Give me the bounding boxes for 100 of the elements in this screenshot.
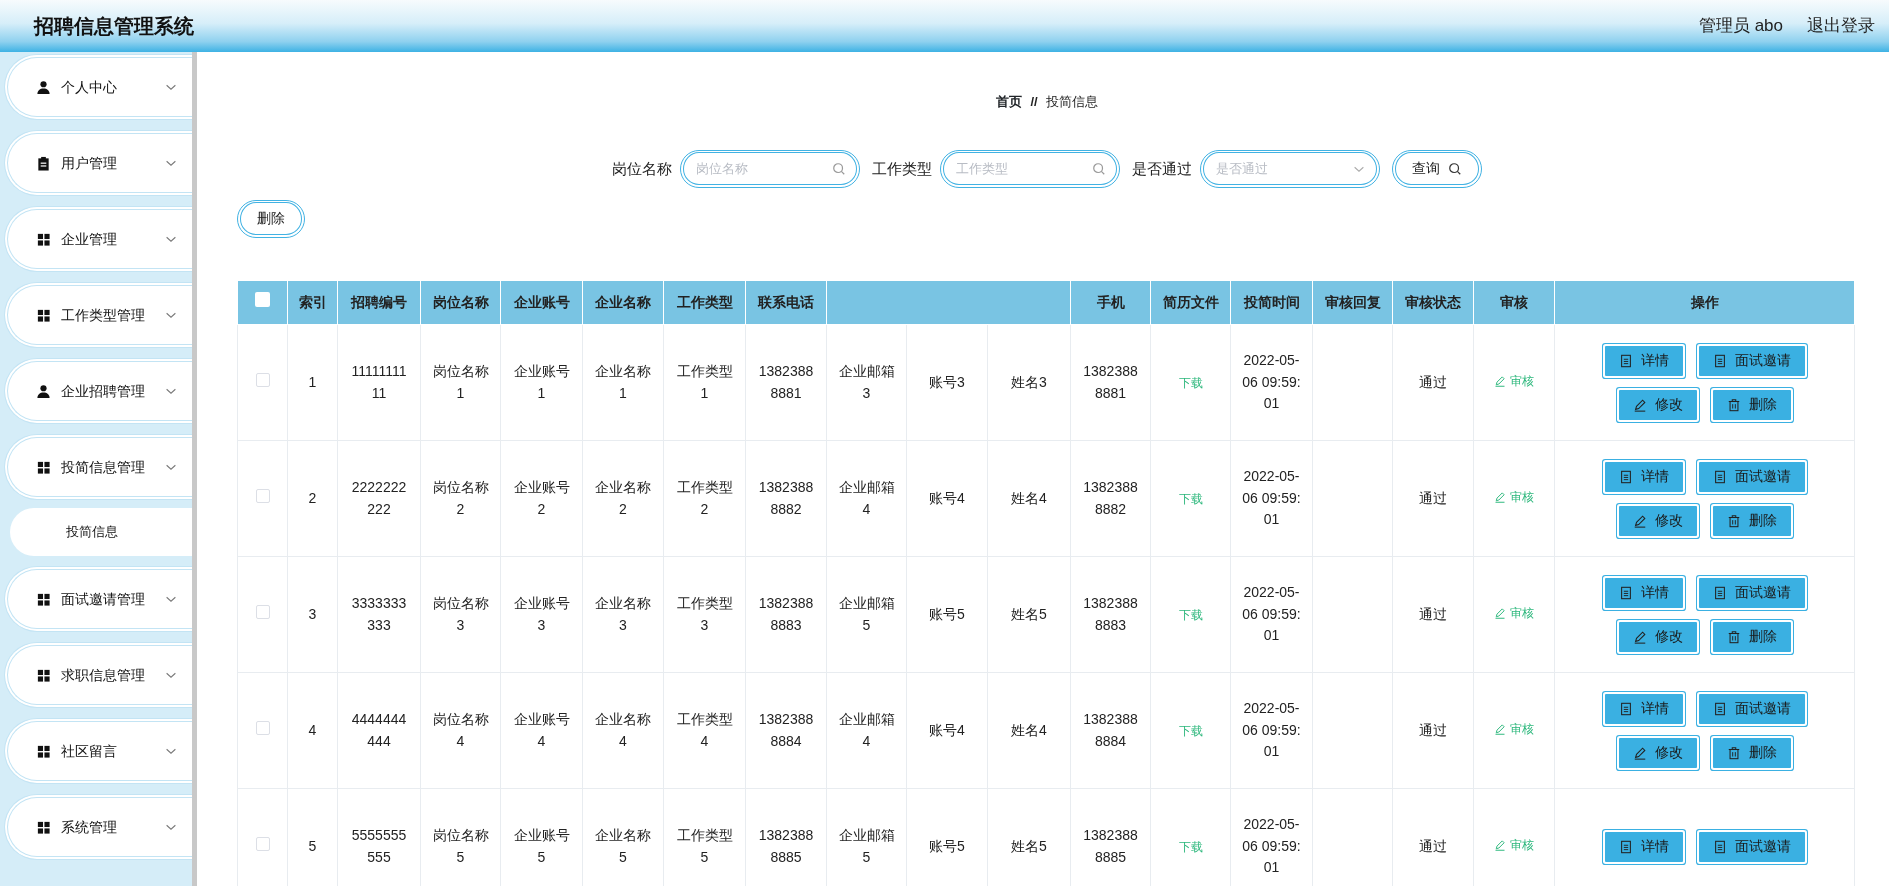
table-cell: 通过: [1392, 440, 1474, 557]
edit-button[interactable]: 修改: [1618, 389, 1697, 420]
action-button[interactable]: 面试邀请: [1698, 693, 1805, 724]
sidebar-subitem[interactable]: 投简信息: [10, 508, 192, 556]
document-icon: [1618, 353, 1633, 368]
action-button[interactable]: 详情: [1604, 461, 1683, 492]
table-cell: 13823888884: [745, 672, 827, 789]
document-icon: [1712, 585, 1727, 600]
pencil-icon: [1494, 374, 1506, 387]
table-cell: 姓名4: [987, 672, 1071, 789]
table-cell: 2022-05-06 09:59:01: [1230, 324, 1313, 441]
person-icon: [36, 79, 51, 95]
table-cell: 企业邮箱5: [826, 556, 907, 673]
table-cell: 13823888881: [1070, 324, 1151, 441]
table-cell: 企业邮箱4: [826, 440, 907, 557]
search-icon: [1448, 161, 1462, 176]
breadcrumb-link[interactable]: 首页: [996, 92, 1023, 112]
table-cell: 账号4: [906, 440, 988, 557]
document-icon: [1618, 839, 1633, 854]
table-cell: 13823888882: [1070, 440, 1151, 557]
table-cell: 企业邮箱3: [826, 324, 907, 441]
table-cell: 工作类型4: [663, 672, 746, 789]
action-button[interactable]: 面试邀请: [1698, 831, 1805, 862]
pencil-icon: [1494, 722, 1506, 735]
pencil-icon: [1632, 397, 1647, 412]
action-button[interactable]: 面试邀请: [1698, 345, 1805, 376]
sidebar-item[interactable]: 面试邀请管理: [4, 566, 192, 632]
table-cell: 企业账号3: [500, 556, 583, 673]
table-cell: 企业名称1: [582, 324, 664, 441]
row-checkbox[interactable]: [255, 836, 270, 851]
table-cell: 工作类型3: [663, 556, 746, 673]
document-icon: [1618, 469, 1633, 484]
edit-button[interactable]: 修改: [1618, 737, 1697, 768]
column-header: 审核状态: [1392, 280, 1474, 325]
sidebar-item[interactable]: 个人中心: [4, 54, 192, 120]
pencil-icon: [1494, 838, 1506, 851]
table-cell: 13823888883: [745, 556, 827, 673]
table-cell: 通过: [1392, 324, 1474, 441]
table-cell: 账号4: [906, 672, 988, 789]
edit-button[interactable]: 修改: [1618, 505, 1697, 536]
search-icon: [832, 162, 846, 176]
search-button[interactable]: 查询: [1392, 150, 1482, 188]
table-cell: 企业账号1: [500, 324, 583, 441]
sidebar-item[interactable]: 企业管理: [4, 206, 192, 272]
sidebar-item[interactable]: 投简信息管理: [4, 434, 192, 500]
trash-icon: [1726, 513, 1741, 528]
pencil-icon: [1494, 490, 1506, 503]
action-button[interactable]: 面试邀请: [1698, 577, 1805, 608]
table-cell: 4444444444: [337, 672, 421, 789]
table-cell: 账号5: [906, 556, 988, 673]
table-cell: 账号3: [906, 324, 988, 441]
table-cell: 1: [287, 324, 338, 441]
clipboard-icon: [36, 155, 51, 171]
sidebar-item[interactable]: 社区留言: [4, 718, 192, 784]
row-checkbox[interactable]: [255, 372, 270, 387]
select-all-checkbox[interactable]: [255, 292, 270, 307]
sidebar-item[interactable]: 系统管理: [4, 794, 192, 860]
table-cell: 企业名称4: [582, 672, 664, 789]
trash-icon: [1726, 629, 1741, 644]
row-checkbox[interactable]: [255, 720, 270, 735]
table-cell: 工作类型1: [663, 324, 746, 441]
table-cell: 通过: [1392, 556, 1474, 673]
table-cell: 3: [287, 556, 338, 673]
logout-link[interactable]: 退出登录: [1807, 13, 1875, 39]
person-icon: [36, 383, 51, 399]
select-field[interactable]: 是否通过: [1200, 150, 1380, 188]
sidebar-item[interactable]: 求职信息管理: [4, 642, 192, 708]
delete-button[interactable]: 删除: [1712, 621, 1791, 652]
action-button[interactable]: 详情: [1604, 577, 1683, 608]
delete-button[interactable]: 删除: [237, 200, 305, 238]
table-cell: 13823888884: [1070, 672, 1151, 789]
edit-button[interactable]: 修改: [1618, 621, 1697, 652]
table-cell: 3333333333: [337, 556, 421, 673]
field-label: 工作类型: [872, 158, 932, 179]
delete-button[interactable]: 删除: [1712, 505, 1791, 536]
table-cell: 姓名5: [987, 556, 1071, 673]
column-header: 索引: [287, 280, 338, 325]
document-icon: [1618, 585, 1633, 600]
delete-button[interactable]: 删除: [1712, 389, 1791, 420]
action-button[interactable]: 面试邀请: [1698, 461, 1805, 492]
column-header: 审核回复: [1312, 280, 1393, 325]
table-cell: 2222222222: [337, 440, 421, 557]
sidebar-item[interactable]: 用户管理: [4, 130, 192, 196]
action-button[interactable]: 详情: [1604, 345, 1683, 376]
field-label: 是否通过: [1132, 158, 1192, 179]
table-cell: 企业账号2: [500, 440, 583, 557]
search-field[interactable]: 工作类型: [940, 150, 1120, 188]
trash-icon: [1726, 745, 1741, 760]
row-checkbox[interactable]: [255, 488, 270, 503]
pencil-icon: [1632, 629, 1647, 644]
document-icon: [1712, 701, 1727, 716]
sidebar-item[interactable]: 工作类型管理: [4, 282, 192, 348]
action-button[interactable]: 详情: [1604, 693, 1683, 724]
column-header: 手机: [1070, 280, 1151, 325]
row-checkbox[interactable]: [255, 604, 270, 619]
action-button[interactable]: 详情: [1604, 831, 1683, 862]
sidebar-item[interactable]: 企业招聘管理: [4, 358, 192, 424]
delete-button[interactable]: 删除: [1712, 737, 1791, 768]
column-header: 企业名称: [582, 280, 664, 325]
search-field[interactable]: 岗位名称: [680, 150, 860, 188]
